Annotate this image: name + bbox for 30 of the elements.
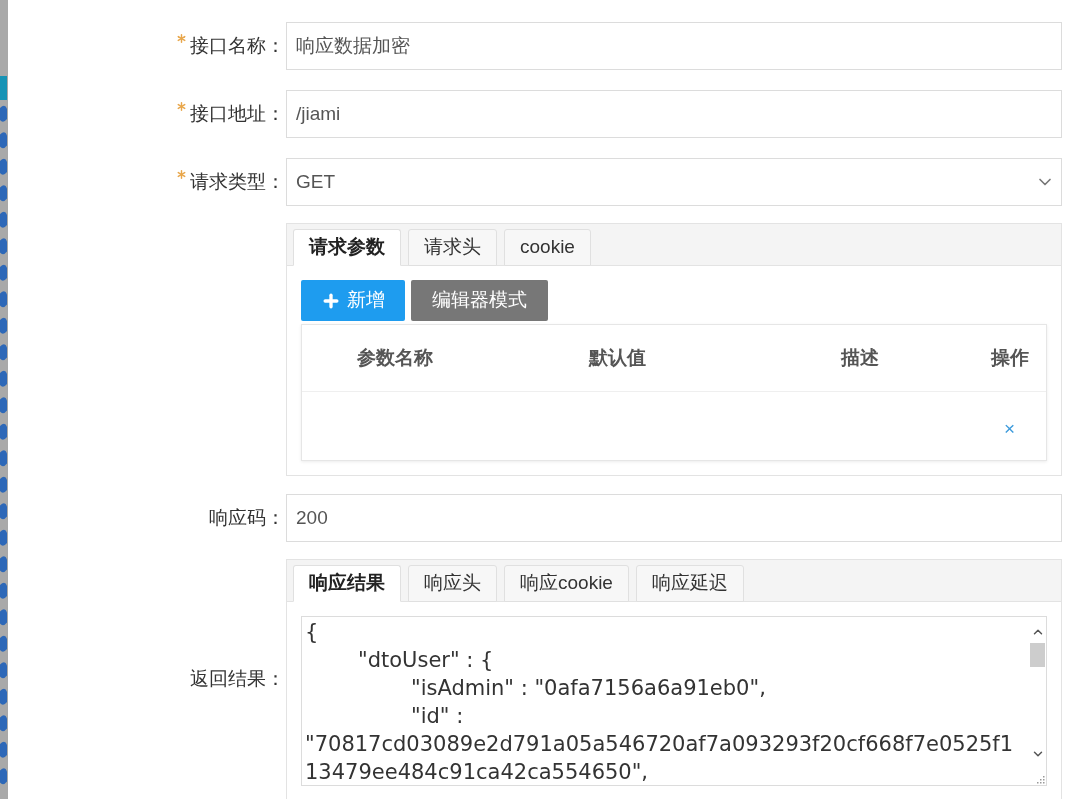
text-input[interactable]: /jiami bbox=[286, 90, 1062, 138]
field-label: 响应码： bbox=[209, 505, 285, 530]
field-label: 接口名称： bbox=[190, 33, 285, 58]
tab[interactable]: 响应cookie bbox=[504, 565, 629, 602]
field-label: 请求类型： bbox=[190, 169, 285, 194]
code-line: "dtoUser" : { bbox=[357, 647, 494, 674]
tab[interactable]: 响应延迟 bbox=[635, 565, 744, 602]
code-line: "isAdmin" : "0afa7156a6a91eb0", bbox=[410, 675, 766, 702]
code-line: { bbox=[305, 619, 319, 646]
tab[interactable]: 请求头 bbox=[408, 229, 497, 266]
response-textarea[interactable]: { "dtoUser" : { "isAdmin" : "0afa7156a6a91eb0", "id" : "70817cd03089e2d791a05a546720af7a093293f20cf668f7e0525f1 13479ee484c91ca42ca554650", bbox=[301, 616, 1047, 786]
column-header: 描述 bbox=[841, 345, 880, 370]
text-input[interactable]: 响应数据加密 bbox=[286, 22, 1062, 70]
tab[interactable]: cookie bbox=[504, 229, 591, 266]
column-header: 操作 bbox=[990, 345, 1029, 370]
tab[interactable]: 响应头 bbox=[408, 565, 497, 602]
field-label: 接口地址： bbox=[190, 101, 285, 126]
column-header: 默认值 bbox=[589, 345, 647, 370]
text-input[interactable]: 200 bbox=[286, 494, 1062, 542]
editor-mode-button[interactable]: 编辑器模式 bbox=[411, 280, 548, 321]
select-field[interactable]: GET bbox=[286, 158, 1062, 206]
field-label: 返回结果： bbox=[190, 667, 285, 692]
tab[interactable]: 请求参数 bbox=[293, 229, 401, 266]
code-line: 13479ee484c91ca42ca554650", bbox=[305, 759, 649, 785]
resize-grip-icon[interactable] bbox=[1036, 775, 1045, 784]
code-line: "id" : bbox=[410, 703, 464, 730]
code-line: "70817cd03089e2d791a05a546720af7a093293f20cf668f7e0525f1 bbox=[305, 731, 1014, 758]
column-header: 参数名称 bbox=[356, 345, 433, 370]
tab[interactable]: 响应结果 bbox=[293, 565, 401, 602]
scroll-thumb[interactable] bbox=[1030, 643, 1045, 667]
